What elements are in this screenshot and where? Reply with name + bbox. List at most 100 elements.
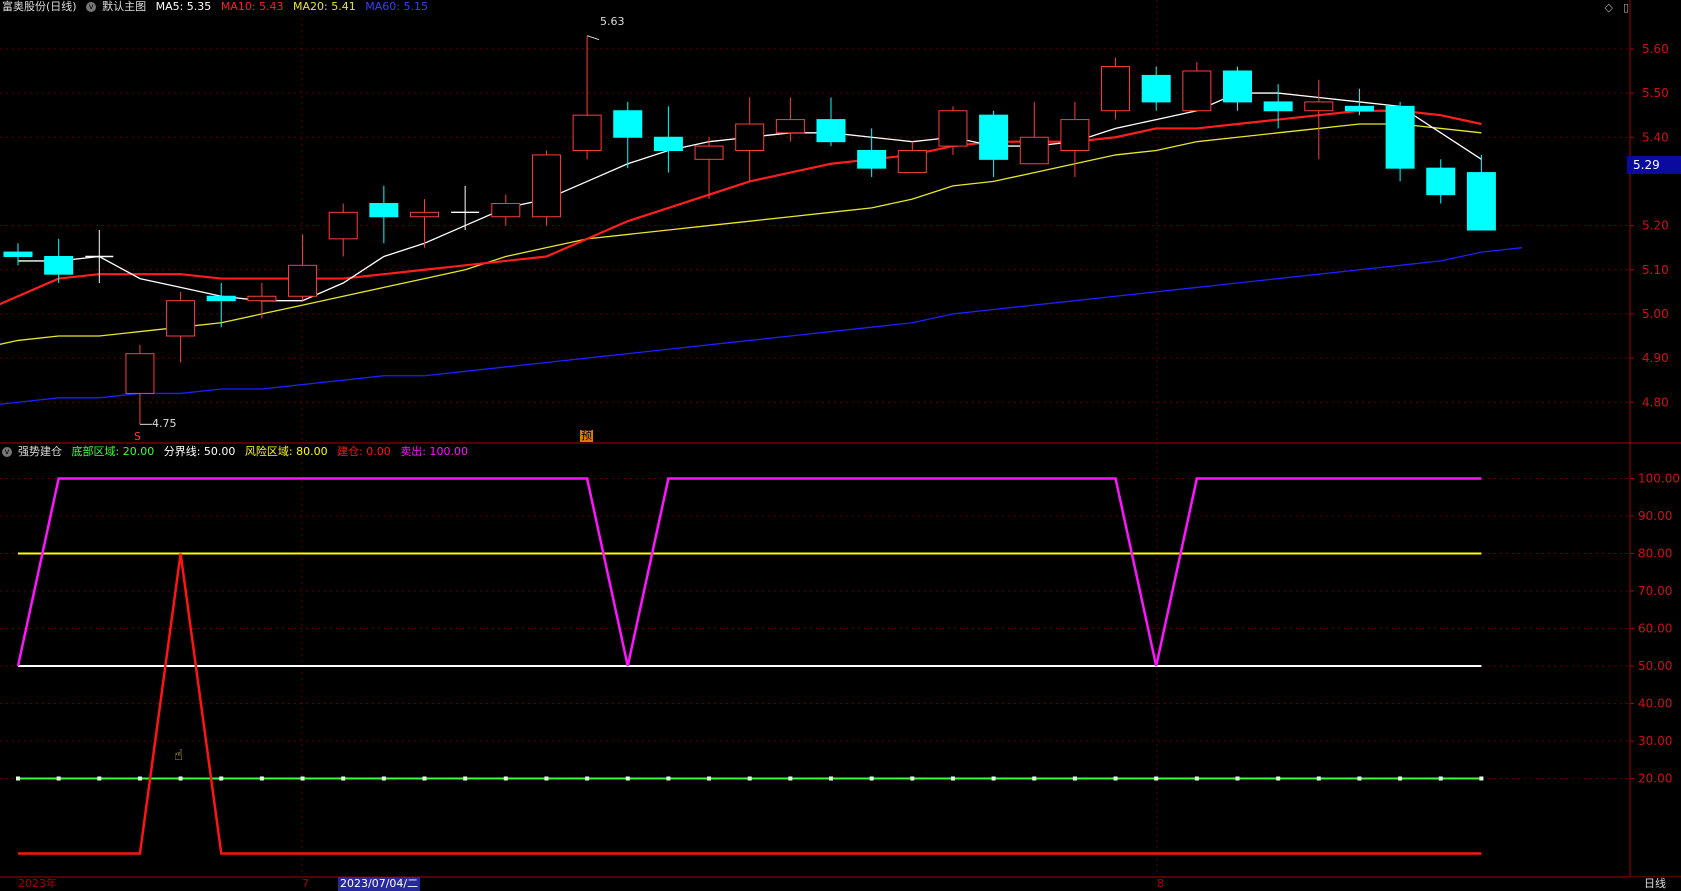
high-annotation-pointer	[586, 35, 600, 41]
bottom-zone-dot	[178, 776, 183, 781]
high-price-annotation: 5.63	[600, 15, 625, 28]
candle-body	[1344, 105, 1374, 112]
price-tick-label: 5.50	[1642, 86, 1669, 100]
bottom-zone-dot	[137, 776, 142, 781]
price-tick-label: 5.20	[1642, 219, 1669, 233]
indicator-tick-label: 50.00	[1638, 659, 1672, 673]
candle-body	[491, 203, 521, 218]
bottom-zone-dot	[341, 776, 346, 781]
month-8-label: 8	[1157, 877, 1164, 890]
indicator-name[interactable]: 强势建仓	[18, 445, 62, 458]
float-window-icon[interactable]: ◇	[1605, 1, 1613, 14]
bottom-zone-dot	[585, 776, 590, 781]
bottom-zone-dot	[1316, 776, 1321, 781]
bottom-zone-dot	[869, 776, 874, 781]
sell-line	[16, 477, 1482, 667]
price-tick-label: 4.90	[1642, 351, 1669, 365]
bottom-zone-dot	[950, 776, 955, 781]
bottom-zone-dot	[219, 776, 224, 781]
bottom-zone-dot	[463, 776, 468, 781]
candle-body	[1263, 101, 1293, 112]
bottom-zone-dot	[97, 776, 102, 781]
candle-body	[857, 150, 887, 169]
candle-body	[1019, 136, 1049, 165]
cursor-date-label: 2023/07/04/二	[338, 877, 421, 891]
low-price-annotation: 4.75	[152, 417, 177, 430]
bottom-zone-dot	[991, 776, 996, 781]
candle-body	[410, 211, 439, 218]
ma20-line	[0, 123, 1482, 345]
bottom-zone-dot	[829, 776, 833, 781]
price-tick-label: 5.40	[1642, 130, 1669, 144]
sell-value: 卖出: 100.00	[400, 445, 469, 458]
candle-body	[897, 150, 927, 174]
bottom-zone-dot	[56, 776, 61, 781]
event-marker[interactable]: 预	[580, 430, 593, 442]
candle-body	[613, 110, 643, 138]
bottom-zone-dot	[788, 776, 793, 781]
indicator-tick-label: 80.00	[1638, 547, 1672, 561]
ma5-value: MA5: 5.35	[155, 0, 212, 13]
bottom-zone-dot	[707, 776, 712, 781]
indicator-tick-label: 30.00	[1638, 734, 1672, 748]
template-dropdown-icon[interactable]: v	[86, 2, 97, 12]
candle-body	[694, 145, 724, 160]
bottom-zone-dot	[666, 776, 671, 781]
candle-body	[3, 251, 33, 257]
indicator-dropdown-icon[interactable]: v	[2, 447, 12, 457]
candle-body	[1223, 70, 1252, 103]
indicator-header: v 强势建仓 底部区域: 20.00 分界线: 50.00 风险区域: 80.00…	[2, 445, 474, 459]
ma60-line	[0, 247, 1523, 405]
indicator-tick-label: 70.00	[1638, 584, 1672, 598]
hand-cursor-icon: ☝	[174, 746, 184, 764]
bottom-zone-dot	[259, 776, 264, 781]
bottom-zone-dot	[503, 776, 508, 781]
ma60-value: MA60: 5.15	[365, 0, 428, 13]
bottom-zone-dot	[1357, 776, 1362, 781]
bottom-zone-dot	[422, 776, 427, 781]
bottom-zone-dot	[625, 776, 630, 781]
candle-body	[247, 295, 277, 302]
bottom-zone-dot	[1032, 776, 1037, 781]
bottom-zone-dot	[544, 776, 549, 781]
bottom-zone-dot	[1235, 776, 1240, 781]
indicator-tick-label: 40.00	[1638, 697, 1672, 711]
bottom-zone-dot	[1194, 776, 1199, 781]
bottom-zone-dot	[910, 776, 915, 781]
period-daily-button[interactable]: 日线	[1629, 877, 1681, 891]
main-chart-header: 富奥股份(日线) v 默认主图 MA5: 5.35 MA10: 5.43 MA20…	[2, 0, 434, 14]
low-signal-marker[interactable]: S	[134, 431, 141, 443]
maximize-window-icon[interactable]: ▯	[1623, 1, 1629, 14]
candle-body	[44, 256, 74, 275]
candle-body	[1101, 66, 1131, 112]
divider-value: 分界线: 50.00	[163, 445, 236, 458]
candle-body	[1466, 172, 1496, 231]
candle-body	[938, 110, 968, 147]
bottom-zone-dot	[1276, 776, 1281, 781]
price-tick-label: 4.80	[1642, 395, 1669, 409]
candle-body	[1182, 70, 1212, 112]
bottom-zone-dot	[1398, 776, 1403, 781]
bottom-zone-dot	[1154, 776, 1159, 781]
price-tick-label: 5.60	[1642, 42, 1669, 56]
candle-body	[206, 295, 236, 302]
bottom-zone-dot	[1072, 776, 1077, 781]
stock-name[interactable]: 富奥股份(日线)	[2, 0, 77, 13]
candle-body	[166, 300, 196, 337]
bottom-zone-dot	[16, 776, 20, 781]
indicator-tick-label: 20.00	[1638, 772, 1672, 786]
template-name[interactable]: 默认主图	[102, 0, 146, 13]
candle-body	[328, 211, 358, 240]
candle-body	[369, 203, 399, 218]
candle-body	[531, 154, 561, 218]
bottom-zone-dot	[747, 776, 752, 781]
candle-body	[653, 136, 683, 151]
candle-body	[735, 123, 765, 151]
current-price-label: 5.29	[1627, 156, 1681, 174]
bottom-zone-dot	[1113, 776, 1118, 781]
indicator-tick-label: 100.00	[1638, 472, 1680, 486]
bottom-zone-dot	[1479, 776, 1484, 781]
price-tick-label: 5.10	[1642, 263, 1669, 277]
candle-body	[572, 114, 602, 151]
indicator-tick-label: 90.00	[1638, 509, 1672, 523]
